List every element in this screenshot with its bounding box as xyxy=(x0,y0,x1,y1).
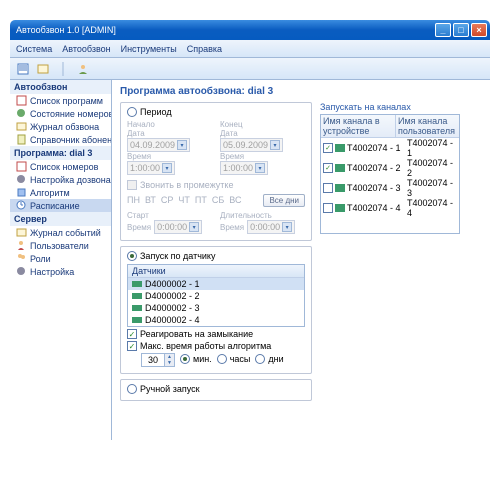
start2-input[interactable]: 0:00:00▾ xyxy=(154,220,202,234)
start-label: Начало xyxy=(127,120,212,129)
channel-row[interactable]: ✓T4002074 - 1T4002074 - 1 xyxy=(321,138,459,158)
phone-icon xyxy=(335,164,345,172)
phone-icon xyxy=(335,184,345,192)
sensor-icon xyxy=(132,280,142,288)
sensor-icon xyxy=(132,292,142,300)
sidebar-item-numbers[interactable]: Список номеров xyxy=(10,160,111,173)
end-date-input[interactable]: 05.09.2009▾ xyxy=(220,138,283,152)
menu-help[interactable]: Справка xyxy=(187,44,222,54)
sensor-list: Датчики D4000002 - 1 D4000002 - 2 D40000… xyxy=(127,264,305,327)
phone-icon xyxy=(335,204,345,212)
sidebar-group-server[interactable]: Сервер xyxy=(10,212,111,226)
sidebar-item-programs[interactable]: Список программ xyxy=(10,94,111,107)
phone-icon xyxy=(335,144,345,152)
toolbar-users-icon[interactable] xyxy=(74,60,92,78)
sensor-icon xyxy=(132,316,142,324)
toolbar-sep xyxy=(54,60,72,78)
sensor-icon xyxy=(132,304,142,312)
main-panel: Программа автообзвона: dial 3 Период Нач… xyxy=(112,80,490,440)
start-time-input[interactable]: 1:00:00▾ xyxy=(127,161,175,175)
sidebar-item-settings[interactable]: Настройка xyxy=(10,265,111,278)
sensor-col[interactable]: Датчики xyxy=(128,265,304,278)
date-label: Дата xyxy=(127,129,212,138)
sidebar-item-schedule[interactable]: Расписание xyxy=(10,199,111,212)
channels-label: Запускать на каналах xyxy=(320,102,460,112)
weekdays: ПНВТСРЧТПТСБВС xyxy=(127,195,241,205)
sidebar-item-algo[interactable]: Алгоритм xyxy=(10,186,111,199)
sidebar-item-state[interactable]: Состояние номеров xyxy=(10,107,111,120)
sidebar-item-users[interactable]: Пользователи xyxy=(10,239,111,252)
start-date-input[interactable]: 04.09.2009▾ xyxy=(127,138,190,152)
end-label: Конец xyxy=(220,120,305,129)
page-title: Программа автообзвона: dial 3 xyxy=(120,86,482,97)
close-button[interactable]: × xyxy=(471,23,487,37)
sensor-item[interactable]: D4000002 - 4 xyxy=(128,314,304,326)
manual-radio[interactable]: Ручной запуск xyxy=(127,384,305,394)
window-title: Автообзвон 1.0 [ADMIN] xyxy=(16,25,435,35)
sidebar: Автообзвон Список программ Состояние ном… xyxy=(10,80,112,440)
menu-tools[interactable]: Инструменты xyxy=(121,44,177,54)
manual-group: Ручной запуск xyxy=(120,379,312,401)
sidebar-group-autodial[interactable]: Автообзвон xyxy=(10,80,111,94)
gap-checkbox[interactable]: Звонить в промежутке xyxy=(127,180,305,190)
toolbar-log-icon[interactable] xyxy=(34,60,52,78)
minimize-button[interactable]: _ xyxy=(435,23,451,37)
period-radio[interactable]: Период xyxy=(127,107,305,117)
sensor-item[interactable]: D4000002 - 1 xyxy=(128,278,304,290)
period-group: Период Начало Дата 04.09.2009▾ Время 1:0… xyxy=(120,102,312,241)
sensor-radio[interactable]: Запуск по датчику xyxy=(127,251,305,261)
sensor-item[interactable]: D4000002 - 3 xyxy=(128,302,304,314)
unit-min[interactable]: мин. xyxy=(180,354,212,364)
toolbar xyxy=(10,58,490,80)
startl: Старт xyxy=(127,211,212,220)
channels-table: Имя канала в устройстве Имя канала польз… xyxy=(320,114,460,234)
alldays-button[interactable]: Все дни xyxy=(263,194,305,207)
sensor-item[interactable]: D4000002 - 2 xyxy=(128,290,304,302)
unit-day[interactable]: дни xyxy=(255,354,283,364)
channel-row[interactable]: T4002074 - 4T4002074 - 4 xyxy=(321,198,459,218)
menu-autodial[interactable]: Автообзвон xyxy=(62,44,110,54)
channel-row[interactable]: T4002074 - 3T4002074 - 3 xyxy=(321,178,459,198)
channel-row[interactable]: ✓T4002074 - 2T4002074 - 2 xyxy=(321,158,459,178)
react-checkbox[interactable]: ✓Реагировать на замыкание xyxy=(127,329,305,339)
sidebar-item-abonents[interactable]: Справочник абонентов xyxy=(10,133,111,146)
titlebar[interactable]: Автообзвон 1.0 [ADMIN] _ □ × xyxy=(10,20,490,40)
toolbar-list-icon[interactable] xyxy=(14,60,32,78)
sidebar-item-dialcfg[interactable]: Настройка дозвона xyxy=(10,173,111,186)
menu-system[interactable]: Система xyxy=(16,44,52,54)
maxtime-checkbox[interactable]: ✓Макс. время работы алгоритма xyxy=(127,341,305,351)
maxtime-spinner[interactable]: ▲▼ xyxy=(141,353,175,367)
time-label: Время xyxy=(127,152,212,161)
app-window: Автообзвон 1.0 [ADMIN] _ □ × Система Авт… xyxy=(0,0,500,500)
dur-input[interactable]: 0:00:00▾ xyxy=(247,220,295,234)
sidebar-item-log[interactable]: Журнал обзвона xyxy=(10,120,111,133)
maximize-button[interactable]: □ xyxy=(453,23,469,37)
sensor-group: Запуск по датчику Датчики D4000002 - 1 D… xyxy=(120,246,312,374)
sidebar-group-program[interactable]: Программа: dial 3 xyxy=(10,146,111,160)
durl: Длительность xyxy=(220,211,305,220)
channels-header[interactable]: Имя канала в устройстве Имя канала польз… xyxy=(321,115,459,138)
sidebar-item-evlog[interactable]: Журнал событий xyxy=(10,226,111,239)
sidebar-item-roles[interactable]: Роли xyxy=(10,252,111,265)
unit-hour[interactable]: часы xyxy=(217,354,251,364)
menubar: Система Автообзвон Инструменты Справка xyxy=(10,40,490,58)
end-time-input[interactable]: 1:00:00▾ xyxy=(220,161,268,175)
